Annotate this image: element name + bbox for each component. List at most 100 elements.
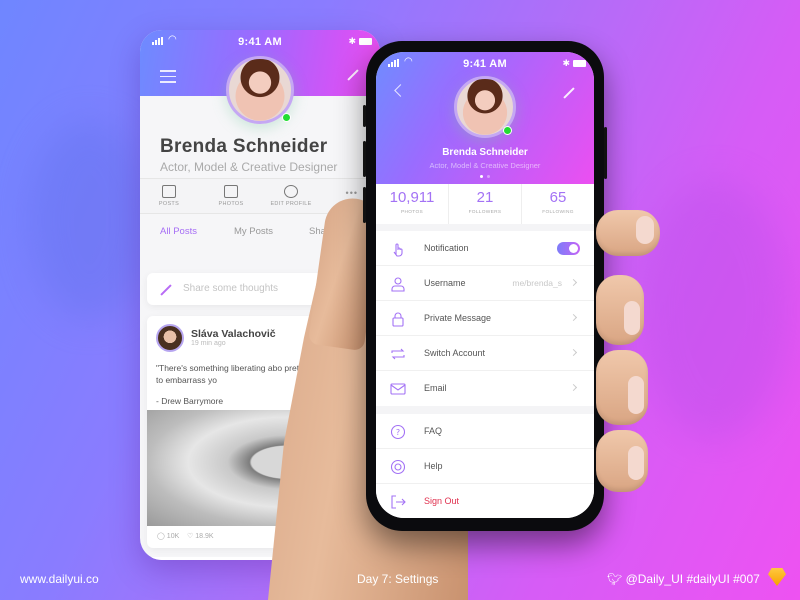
post-time: 19 min ago	[191, 340, 226, 347]
sign-out-icon	[391, 495, 406, 509]
footer-site[interactable]: www.dailyui.co	[20, 572, 99, 586]
lifebuoy-icon	[390, 459, 406, 475]
settings-row-sign-out[interactable]: Sign Out	[376, 484, 594, 518]
settings-label: Email	[424, 383, 447, 393]
back-chevron-icon[interactable]	[394, 84, 407, 97]
settings-label: Private Message	[424, 313, 492, 323]
settings-row-private-message[interactable]: Private Message	[376, 301, 594, 336]
settings-screen: ◠ 9:41 AM ✱ Brenda Schneider Actor, Mode…	[376, 52, 594, 518]
pencil-icon	[160, 284, 172, 296]
background-blob	[30, 120, 150, 320]
settings-label: Notification	[424, 243, 469, 253]
post-attribution: - Drew Barrymore	[156, 396, 224, 406]
toolbar-label: POSTS	[158, 201, 180, 207]
hand-pointer-icon	[393, 243, 403, 257]
lock-icon	[392, 312, 404, 327]
stat-value: 21	[476, 189, 494, 206]
compose-placeholder: Share some thoughts	[183, 283, 279, 294]
chevron-right-icon	[569, 383, 578, 392]
stat-label: PHOTOS	[401, 210, 423, 215]
profile-role: Actor, Model & Creative Designer	[160, 160, 338, 174]
comment-icon[interactable]: ◯	[157, 533, 165, 540]
sketch-logo-icon	[768, 568, 786, 586]
volume-button	[363, 105, 366, 127]
post-stats: ◯ 10K ♡ 18.9K	[157, 532, 214, 540]
toolbar-photos[interactable]: PHOTOS	[206, 183, 256, 207]
chevron-right-icon	[569, 313, 578, 322]
svg-text:?: ?	[396, 428, 400, 437]
phone-frame: ◠ 9:41 AM ✱ Brenda Schneider Actor, Mode…	[363, 41, 607, 531]
footer-social-text: @Daily_UI #dailyUI #007	[625, 572, 760, 586]
chevron-right-icon	[569, 278, 578, 287]
page-dot[interactable]	[487, 175, 490, 178]
question-icon: ?	[390, 424, 406, 440]
profile-name: Brenda Schneider	[160, 136, 328, 157]
profile-name: Brenda Schneider	[442, 147, 528, 158]
status-time: 9:41 AM	[463, 58, 507, 70]
profile-stats: 10,911 PHOTOS 21 FOLLOWERS 65 FOLLOWING	[376, 184, 594, 224]
mail-icon	[390, 383, 406, 395]
switch-icon	[391, 348, 405, 360]
footer-social[interactable]: 🐦︎ @Daily_UI #dailyUI #007	[607, 572, 760, 586]
settings-row-notification[interactable]: Notification	[376, 231, 594, 266]
battery-icon	[359, 38, 372, 45]
bluetooth-icon: ✱	[562, 58, 570, 68]
wifi-icon: ◠	[404, 56, 413, 67]
stat-followers[interactable]: 21 FOLLOWERS	[449, 184, 522, 224]
page-dot-active[interactable]	[480, 175, 483, 178]
settings-label: Switch Account	[424, 348, 486, 358]
wifi-icon: ◠	[168, 34, 177, 45]
toolbar-posts[interactable]: POSTS	[144, 183, 194, 207]
post-author: Sláva Valachovič	[191, 328, 276, 340]
settings-list-account: Notification Username me/brenda_s Privat…	[376, 231, 594, 406]
posts-icon	[162, 185, 176, 198]
notification-toggle[interactable]	[557, 242, 580, 255]
settings-row-switch-account[interactable]: Switch Account	[376, 336, 594, 371]
volume-button	[363, 187, 366, 223]
stat-photos[interactable]: 10,911 PHOTOS	[376, 184, 449, 224]
toggle-knob	[569, 244, 578, 253]
signal-icon	[388, 59, 399, 67]
battery-icon	[573, 60, 586, 67]
sign-out-label: Sign Out	[424, 496, 460, 506]
settings-row-help[interactable]: Help	[376, 449, 594, 484]
online-indicator	[282, 113, 291, 122]
stat-following[interactable]: 65 FOLLOWING	[522, 184, 594, 224]
settings-row-username[interactable]: Username me/brenda_s	[376, 266, 594, 301]
settings-list-support: ? FAQ Help Sign Out	[376, 414, 594, 518]
hamburger-menu-icon[interactable]	[160, 70, 176, 87]
photos-icon	[224, 185, 238, 198]
tab-my-posts[interactable]: My Posts	[234, 226, 273, 237]
heart-icon[interactable]: ♡	[187, 533, 193, 540]
settings-row-faq[interactable]: ? FAQ	[376, 414, 594, 449]
hand-finger	[596, 430, 648, 492]
toolbar-label: PHOTOS	[218, 201, 244, 207]
edit-icon[interactable]	[563, 87, 575, 99]
tab-all-posts[interactable]: All Posts	[160, 226, 197, 237]
status-time: 9:41 AM	[238, 36, 282, 48]
power-button	[604, 127, 607, 179]
stat-label: FOLLOWERS	[468, 210, 502, 215]
hand-finger	[596, 210, 660, 256]
settings-row-email[interactable]: Email	[376, 371, 594, 406]
stat-label: FOLLOWING	[542, 210, 574, 215]
signal-icon	[152, 37, 163, 45]
background-blob	[640, 180, 790, 440]
user-icon	[391, 277, 405, 292]
gear-icon	[284, 185, 298, 198]
stat-value: 65	[549, 189, 567, 206]
toolbar-edit-profile[interactable]: EDIT PROFILE	[266, 183, 316, 207]
settings-label: Help	[424, 461, 443, 471]
settings-label: FAQ	[424, 426, 443, 436]
comment-count: 10K	[166, 533, 180, 540]
hand-finger	[596, 275, 644, 345]
like-count: 18.9K	[195, 533, 214, 540]
chevron-right-icon	[569, 348, 578, 357]
status-bar: ◠ 9:41 AM ✱	[376, 56, 594, 70]
online-indicator	[503, 126, 512, 135]
profile-role: Actor, Model & Creative Designer	[429, 161, 541, 170]
more-icon[interactable]: •••	[346, 188, 358, 198]
toolbar-label: EDIT PROFILE	[270, 201, 312, 207]
page-indicator	[480, 175, 490, 178]
username-value: me/brenda_s	[512, 278, 562, 288]
